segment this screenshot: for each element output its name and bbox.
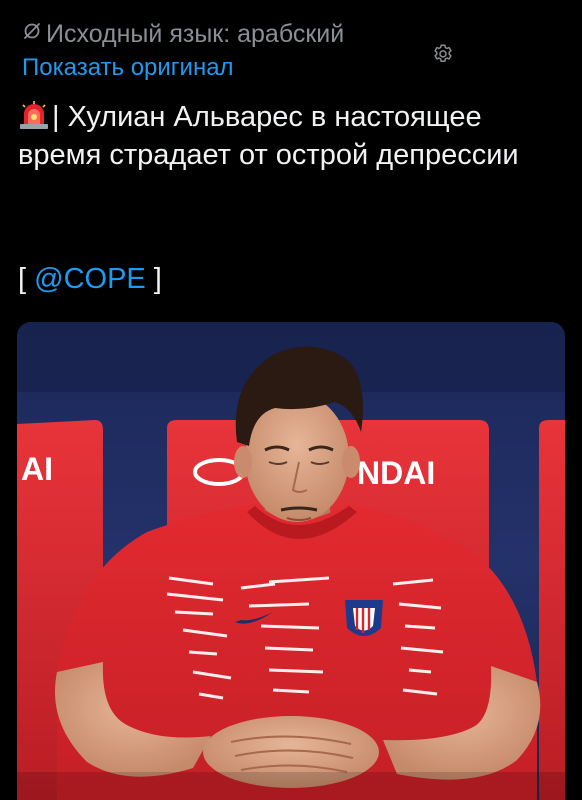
show-original-link[interactable]: Показать оригинал: [22, 52, 562, 84]
cope-mention-link[interactable]: @COPE: [34, 263, 146, 295]
svg-text:NDAI: NDAI: [357, 455, 435, 491]
text-separator: |: [52, 101, 60, 133]
right-seat: [539, 420, 565, 800]
tweet-photo[interactable]: AI NDAI: [17, 322, 565, 800]
tweet-text: | Хулиан Альварес в настоящее время стра…: [18, 98, 563, 174]
no-language-icon: [24, 23, 40, 39]
tweet-text-body: Хулиан Альварес в настоящее время страда…: [18, 101, 519, 171]
source-close-bracket: ]: [145, 263, 162, 295]
club-crest-icon: [345, 600, 383, 636]
tweet-source: [ @COPE ]: [18, 260, 162, 298]
gear-icon[interactable]: [431, 42, 455, 66]
police-siren-emoji: [20, 101, 48, 129]
player-on-bench-photo: AI NDAI: [17, 322, 565, 800]
source-open-bracket: [: [18, 263, 35, 295]
svg-text:AI: AI: [21, 451, 53, 487]
translation-header: Исходный язык: арабский Показать оригина…: [22, 18, 562, 88]
source-language-label: Исходный язык: арабский: [46, 20, 345, 48]
source-language-row: Исходный язык: арабский: [22, 18, 562, 50]
